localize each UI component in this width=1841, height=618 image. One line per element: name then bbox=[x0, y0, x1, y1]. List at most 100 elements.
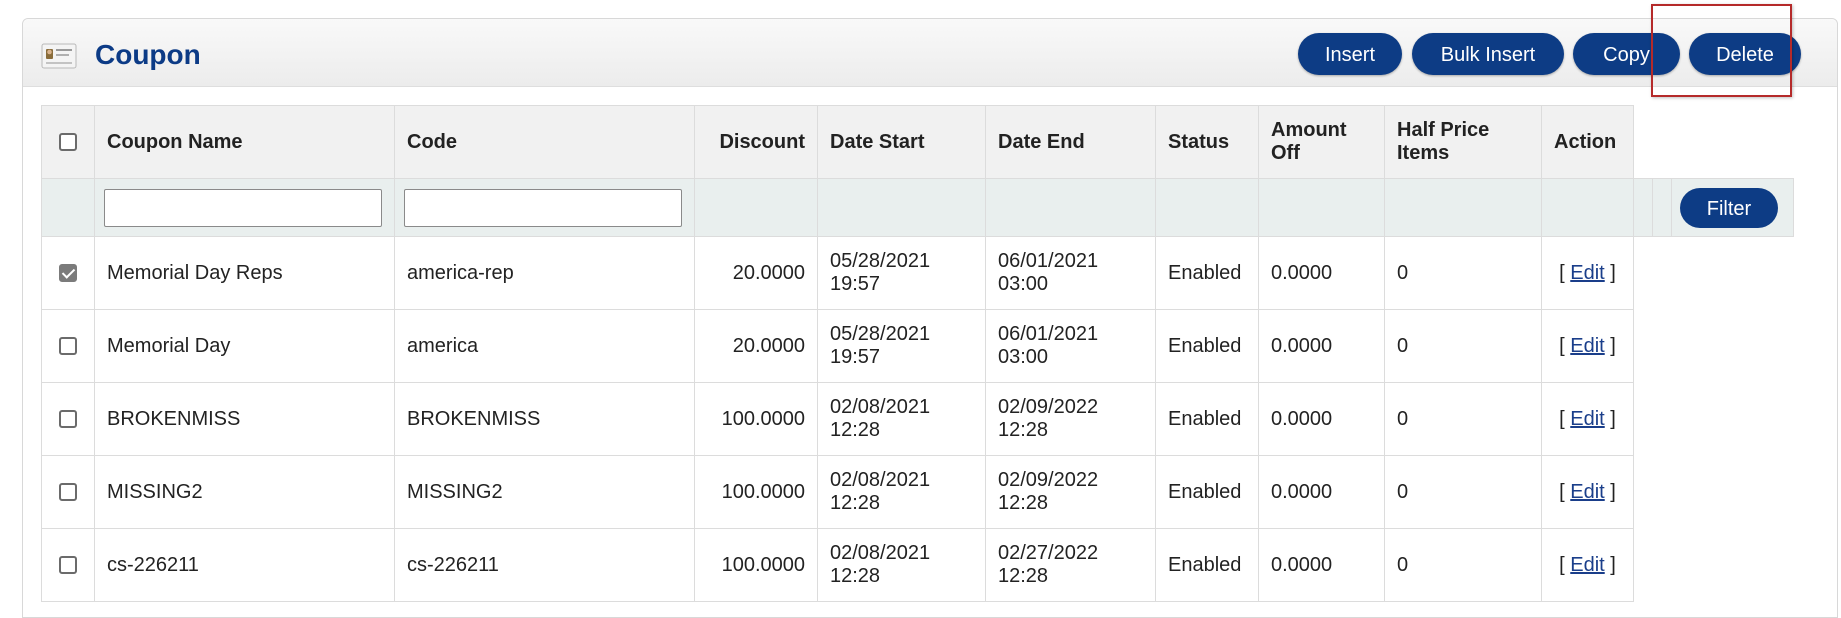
coupon-table: Coupon Name Code Discount Date Start Dat… bbox=[41, 105, 1794, 602]
date-start-cell: 02/08/2021 12:28 bbox=[817, 382, 986, 456]
action-bracket-open: [ bbox=[1559, 480, 1565, 503]
filter-cell-empty bbox=[1633, 178, 1653, 237]
table-row: cs-226211 cs-226211 100.0000 02/08/2021 12:2… bbox=[41, 528, 1794, 602]
column-header-date-end[interactable]: Date End bbox=[985, 105, 1156, 179]
code-filter-input[interactable] bbox=[404, 188, 682, 227]
column-header-amount-off[interactable]: Amount Off bbox=[1258, 105, 1385, 179]
action-cell: [ Edit ] bbox=[1541, 236, 1634, 310]
filter-cell-empty bbox=[1384, 178, 1542, 237]
action-bracket-open: [ bbox=[1559, 334, 1565, 357]
coupon-name-cell: BROKENMISS bbox=[94, 382, 395, 456]
panel-header: Coupon Insert Bulk Insert Copy Delete bbox=[23, 19, 1837, 87]
edit-link[interactable]: Edit bbox=[1570, 408, 1604, 430]
action-bracket-close: ] bbox=[1610, 261, 1616, 284]
filter-cell-empty bbox=[694, 178, 818, 237]
date-end-cell: 02/09/2022 12:28 bbox=[985, 382, 1156, 456]
half-price-cell: 0 bbox=[1384, 309, 1542, 383]
amount-off-cell: 0.0000 bbox=[1258, 455, 1385, 529]
action-bracket-close: ] bbox=[1610, 334, 1616, 357]
discount-cell: 20.0000 bbox=[694, 309, 818, 383]
filter-cell-empty bbox=[41, 178, 95, 237]
edit-link[interactable]: Edit bbox=[1570, 262, 1604, 284]
code-cell: america bbox=[394, 309, 695, 383]
edit-link[interactable]: Edit bbox=[1570, 335, 1604, 357]
date-start-time: 12:28 bbox=[830, 492, 881, 514]
column-header-status[interactable]: Status bbox=[1155, 105, 1259, 179]
coupon-name-cell: MISSING2 bbox=[94, 455, 395, 529]
row-checkbox[interactable] bbox=[59, 337, 77, 356]
filter-cell-empty bbox=[1652, 178, 1672, 237]
select-all-cell bbox=[41, 105, 95, 179]
row-checkbox[interactable] bbox=[59, 410, 77, 429]
date-start-cell: 05/28/2021 19:57 bbox=[817, 309, 986, 383]
action-bracket-open: [ bbox=[1559, 407, 1565, 430]
code-cell: cs-226211 bbox=[394, 528, 695, 602]
date-end-date: 02/09/2022 bbox=[998, 396, 1099, 418]
delete-highlight-box bbox=[1651, 4, 1792, 97]
column-header-date-start[interactable]: Date Start bbox=[817, 105, 986, 179]
table-row: MISSING2 MISSING2 100.0000 02/08/2021 12:28 0… bbox=[41, 455, 1794, 529]
date-end-cell: 06/01/2021 03:00 bbox=[985, 236, 1156, 310]
edit-link[interactable]: Edit bbox=[1570, 554, 1604, 576]
coupon-name-cell: cs-226211 bbox=[94, 528, 395, 602]
filter-cell-empty bbox=[1258, 178, 1385, 237]
date-end-date: 02/27/2022 bbox=[998, 542, 1099, 564]
edit-link[interactable]: Edit bbox=[1570, 481, 1604, 503]
filter-cell-empty bbox=[985, 178, 1156, 237]
row-checkbox[interactable] bbox=[59, 556, 77, 575]
status-cell: Enabled bbox=[1155, 236, 1259, 310]
date-start-date: 05/28/2021 bbox=[830, 323, 931, 345]
amount-off-cell: 0.0000 bbox=[1258, 236, 1385, 310]
row-select-cell bbox=[41, 528, 95, 602]
table-row: Memorial Day america 20.0000 05/28/2021 19:5… bbox=[41, 309, 1794, 383]
date-end-time: 12:28 bbox=[998, 492, 1049, 514]
date-start-date: 02/08/2021 bbox=[830, 396, 931, 418]
table-row: Memorial Day Reps america-rep 20.0000 05/28… bbox=[41, 236, 1794, 310]
date-start-date: 02/08/2021 bbox=[830, 469, 931, 491]
action-cell: [ Edit ] bbox=[1541, 309, 1634, 383]
discount-cell: 20.0000 bbox=[694, 236, 818, 310]
action-bracket-close: ] bbox=[1610, 480, 1616, 503]
row-select-cell bbox=[41, 236, 95, 310]
date-end-time: 03:00 bbox=[998, 346, 1049, 368]
select-all-checkbox[interactable] bbox=[59, 133, 77, 152]
row-checkbox[interactable] bbox=[59, 483, 77, 502]
bulk-insert-button[interactable]: Bulk Insert bbox=[1412, 33, 1564, 75]
date-end-date: 06/01/2021 bbox=[998, 250, 1099, 272]
filter-button[interactable]: Filter bbox=[1680, 187, 1778, 228]
table-header-row: Coupon Name Code Discount Date Start Dat… bbox=[41, 105, 1794, 179]
column-header-code[interactable]: Code bbox=[394, 105, 695, 179]
column-header-half-price-items[interactable]: Half Price Items bbox=[1384, 105, 1542, 179]
status-cell: Enabled bbox=[1155, 455, 1259, 529]
status-cell: Enabled bbox=[1155, 382, 1259, 456]
coupon-card-icon bbox=[41, 43, 77, 69]
date-end-time: 12:28 bbox=[998, 419, 1049, 441]
action-bracket-close: ] bbox=[1610, 553, 1616, 576]
action-bracket-close: ] bbox=[1610, 407, 1616, 430]
insert-button[interactable]: Insert bbox=[1298, 33, 1402, 75]
coupon-name-cell: Memorial Day Reps bbox=[94, 236, 395, 310]
discount-cell: 100.0000 bbox=[694, 528, 818, 602]
amount-off-cell: 0.0000 bbox=[1258, 382, 1385, 456]
header-spacer bbox=[1633, 105, 1794, 179]
column-header-action: Action bbox=[1541, 105, 1634, 179]
filter-cell-button: Filter bbox=[1671, 178, 1794, 237]
date-end-cell: 06/01/2021 03:00 bbox=[985, 309, 1156, 383]
column-header-coupon-name[interactable]: Coupon Name bbox=[94, 105, 395, 179]
column-header-discount[interactable]: Discount bbox=[694, 105, 818, 179]
half-price-cell: 0 bbox=[1384, 236, 1542, 310]
amount-off-cell: 0.0000 bbox=[1258, 309, 1385, 383]
coupon-name-filter-input[interactable] bbox=[104, 188, 382, 227]
code-cell: BROKENMISS bbox=[394, 382, 695, 456]
filter-cell-empty bbox=[1541, 178, 1634, 237]
row-select-cell bbox=[41, 382, 95, 456]
action-bracket-open: [ bbox=[1559, 553, 1565, 576]
date-start-cell: 05/28/2021 19:57 bbox=[817, 236, 986, 310]
date-end-cell: 02/27/2022 12:28 bbox=[985, 528, 1156, 602]
date-end-date: 02/09/2022 bbox=[998, 469, 1099, 491]
action-cell: [ Edit ] bbox=[1541, 382, 1634, 456]
date-end-time: 03:00 bbox=[998, 273, 1049, 295]
row-checkbox[interactable] bbox=[59, 264, 77, 283]
half-price-cell: 0 bbox=[1384, 382, 1542, 456]
discount-cell: 100.0000 bbox=[694, 455, 818, 529]
